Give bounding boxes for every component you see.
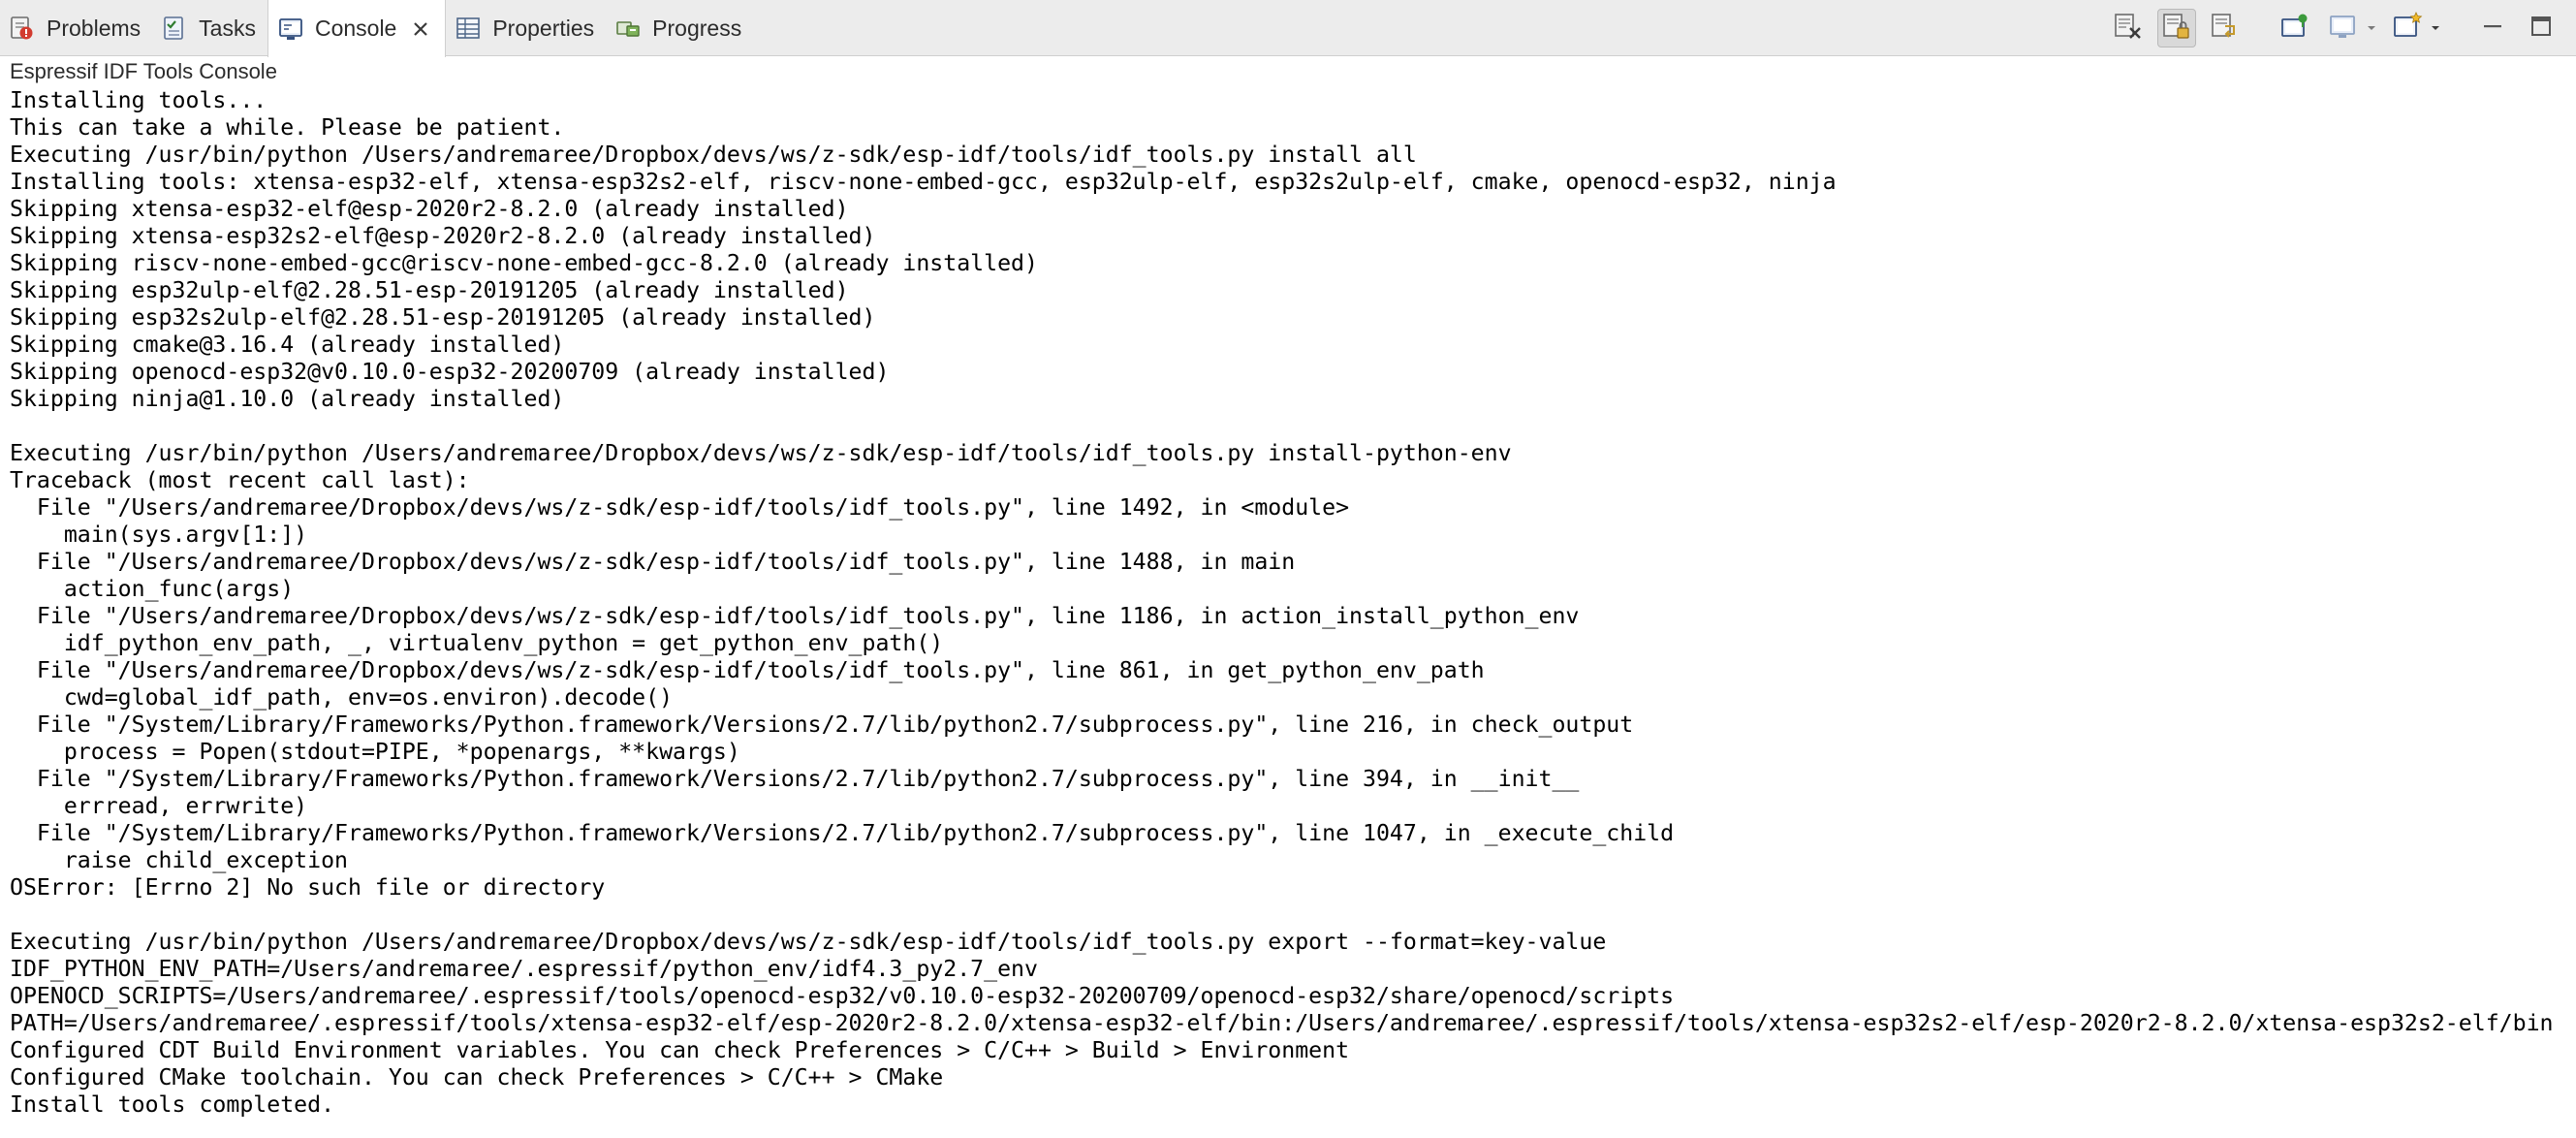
console-toolbar bbox=[2109, 0, 2560, 56]
console-line: File "/System/Library/Frameworks/Python.… bbox=[10, 820, 1675, 846]
view-tab-bar: Problems Tasks Console Properties Progre… bbox=[0, 0, 2576, 57]
tab-problems[interactable]: Problems bbox=[0, 0, 152, 56]
console-line: action_func(args) bbox=[10, 576, 295, 602]
console-line: Configured CMake toolchain. You can chec… bbox=[10, 1064, 944, 1091]
console-line: Install tools completed. bbox=[10, 1091, 335, 1118]
word-wrap-icon bbox=[2210, 11, 2241, 47]
console-line: File "/System/Library/Frameworks/Python.… bbox=[10, 766, 1580, 792]
console-name-label: Espressif IDF Tools Console bbox=[10, 59, 277, 83]
console-line: cwd=global_idf_path, env=os.environ).dec… bbox=[10, 684, 674, 711]
console-line: File "/Users/andremaree/Dropbox/devs/ws/… bbox=[10, 657, 1485, 683]
tab-tasks-label: Tasks bbox=[199, 15, 256, 41]
console-line: Skipping xtensa-esp32-elf@esp-2020r2-8.2… bbox=[10, 196, 849, 222]
console-line: File "/Users/andremaree/Dropbox/devs/ws/… bbox=[10, 494, 1350, 521]
open-console-button[interactable] bbox=[2388, 9, 2427, 47]
console-line: PATH=/Users/andremaree/.espressif/tools/… bbox=[10, 1010, 2554, 1036]
console-line: Skipping cmake@3.16.4 (already installed… bbox=[10, 332, 565, 358]
scroll-lock-icon bbox=[2161, 11, 2192, 47]
console-line: Skipping openocd-esp32@v0.10.0-esp32-202… bbox=[10, 359, 890, 385]
console-line: process = Popen(stdout=PIPE, *popenargs,… bbox=[10, 739, 740, 765]
properties-icon bbox=[454, 14, 483, 43]
console-line: Traceback (most recent call last): bbox=[10, 467, 470, 493]
console-output[interactable]: Installing tools... This can take a while… bbox=[10, 87, 2576, 1134]
console-icon bbox=[276, 15, 305, 44]
maximize-button[interactable] bbox=[2522, 9, 2560, 47]
close-icon[interactable] bbox=[410, 18, 431, 40]
minimize-button[interactable] bbox=[2473, 9, 2512, 47]
console-line: raise child_exception bbox=[10, 847, 349, 873]
progress-icon bbox=[613, 14, 643, 43]
console-line: File "/Users/andremaree/Dropbox/devs/ws/… bbox=[10, 549, 1296, 575]
tasks-icon bbox=[160, 14, 189, 43]
clear-console-icon bbox=[2113, 11, 2144, 47]
console-line: idf_python_env_path, _, virtualenv_pytho… bbox=[10, 630, 944, 656]
chevron-down-icon[interactable] bbox=[2365, 9, 2378, 47]
display-console-icon bbox=[2328, 11, 2359, 47]
console-line: This can take a while. Please be patient… bbox=[10, 114, 565, 141]
tab-progress-label: Progress bbox=[652, 15, 742, 41]
console-line: Skipping xtensa-esp32s2-elf@esp-2020r2-8… bbox=[10, 223, 876, 249]
tab-properties[interactable]: Properties bbox=[446, 0, 606, 56]
console-line: File "/System/Library/Frameworks/Python.… bbox=[10, 711, 1634, 738]
pin-console-icon bbox=[2279, 11, 2310, 47]
chevron-down-icon[interactable] bbox=[2429, 9, 2442, 47]
console-line: Skipping esp32ulp-elf@2.28.51-esp-201912… bbox=[10, 277, 849, 303]
console-line: Executing /usr/bin/python /Users/andrema… bbox=[10, 142, 1417, 168]
maximize-icon bbox=[2528, 13, 2555, 45]
problems-icon bbox=[8, 14, 37, 43]
console-line: Skipping esp32s2ulp-elf@2.28.51-esp-2019… bbox=[10, 304, 876, 331]
console-line: IDF_PYTHON_ENV_PATH=/Users/andremaree/.e… bbox=[10, 956, 1038, 982]
view-tabs: Problems Tasks Console Properties Progre… bbox=[0, 0, 753, 57]
console-line: errread, errwrite) bbox=[10, 793, 308, 819]
console-line: Installing tools... bbox=[10, 87, 267, 113]
console-line: Skipping riscv-none-embed-gcc@riscv-none… bbox=[10, 250, 1038, 276]
word-wrap-button[interactable] bbox=[2206, 9, 2245, 47]
console-line: Executing /usr/bin/python /Users/andrema… bbox=[10, 929, 1607, 955]
scroll-lock-button[interactable] bbox=[2157, 9, 2196, 47]
console-line: Configured CDT Build Environment variabl… bbox=[10, 1037, 1350, 1063]
console-line: File "/Users/andremaree/Dropbox/devs/ws/… bbox=[10, 603, 1580, 629]
console-line: OSError: [Errno 2] No such file or direc… bbox=[10, 874, 606, 901]
console-line: Executing /usr/bin/python /Users/andrema… bbox=[10, 440, 1512, 466]
tab-progress[interactable]: Progress bbox=[606, 0, 753, 56]
tab-console-label: Console bbox=[314, 16, 397, 41]
tab-tasks[interactable]: Tasks bbox=[152, 0, 267, 56]
display-selected-console-button[interactable] bbox=[2324, 9, 2363, 47]
minimize-icon bbox=[2479, 13, 2506, 45]
console-line: main(sys.argv[1:]) bbox=[10, 522, 308, 548]
pin-console-button[interactable] bbox=[2276, 9, 2314, 47]
tab-problems-label: Problems bbox=[47, 15, 141, 41]
console-line: OPENOCD_SCRIPTS=/Users/andremaree/.espre… bbox=[10, 983, 1675, 1009]
open-console-icon bbox=[2392, 11, 2423, 47]
tab-console[interactable]: Console bbox=[267, 0, 447, 57]
clear-console-button[interactable] bbox=[2109, 9, 2148, 47]
console-line: Installing tools: xtensa-esp32-elf, xten… bbox=[10, 169, 1837, 195]
console-line: Skipping ninja@1.10.0 (already installed… bbox=[10, 386, 565, 412]
tab-properties-label: Properties bbox=[492, 15, 595, 41]
